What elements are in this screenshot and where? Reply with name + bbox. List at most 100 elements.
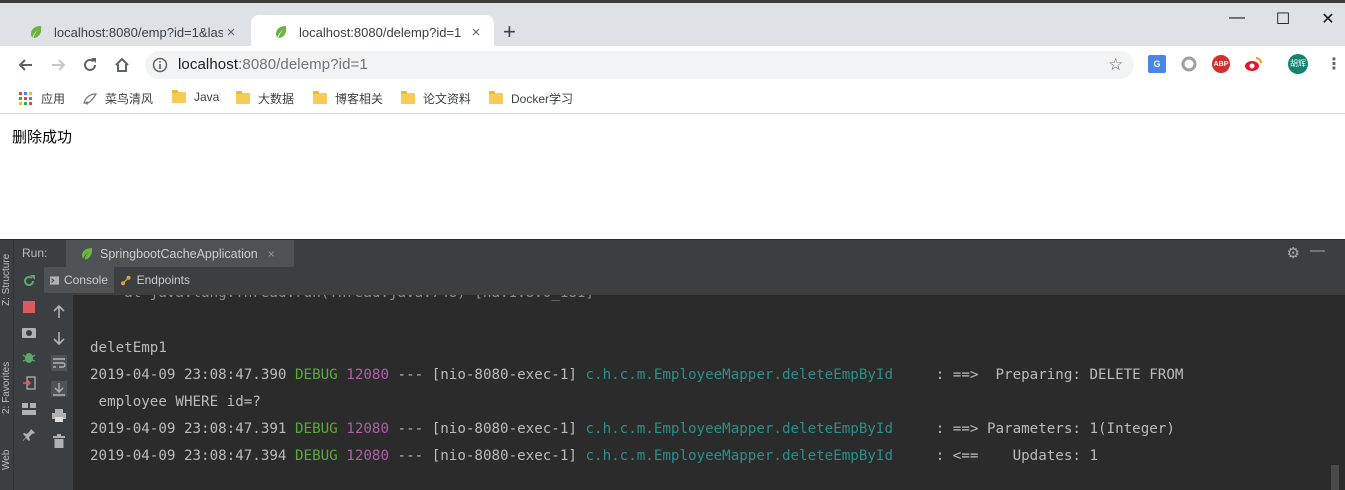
log-level: DEBUG — [295, 448, 338, 464]
forward-icon[interactable] — [45, 52, 71, 78]
close-tab-icon[interactable]: × — [223, 24, 239, 41]
log-level: DEBUG — [295, 421, 338, 437]
console-line: 2019-04-09 23:08:47.391 DEBUG 12080 --- … — [90, 421, 1175, 437]
ide-left-tool-strip: Z: Structure 2: Favorites Web — [0, 240, 14, 490]
scroll-down-icon[interactable] — [51, 330, 67, 346]
circle-extension-icon[interactable] — [1180, 55, 1198, 73]
scroll-up-icon[interactable] — [51, 304, 67, 320]
scrollbar-thumb[interactable] — [1331, 465, 1339, 490]
endpoints-icon — [121, 275, 131, 285]
back-icon[interactable] — [13, 52, 39, 78]
adblock-plus-icon[interactable]: ABP — [1212, 55, 1230, 73]
folder-icon — [489, 91, 503, 104]
print-icon[interactable] — [51, 407, 67, 423]
folder-icon — [172, 89, 186, 103]
weibo-icon[interactable] — [1244, 55, 1262, 73]
page-content: 删除成功 — [0, 115, 1345, 239]
bookmark-site[interactable]: 菜鸟清风 — [82, 90, 153, 107]
address-bar[interactable]: localhost:8080/delemp?id=1 — [145, 51, 1134, 79]
layout-grid-icon[interactable] — [21, 401, 37, 417]
favorites-side-tab[interactable]: 2: Favorites — [1, 344, 12, 414]
folder-icon — [313, 91, 327, 104]
tab-title: localhost:8080/delemp?id=1 — [299, 24, 462, 40]
folder-icon — [401, 91, 415, 104]
bookmark-folder-bigdata[interactable]: 大数据 — [236, 90, 294, 107]
log-separator: --- — [397, 367, 424, 383]
bookmark-star-icon[interactable]: ☆ — [1108, 55, 1123, 75]
log-level: DEBUG — [295, 367, 338, 383]
run-label: Run: — [22, 246, 48, 260]
subtab-label: Endpoints — [136, 273, 190, 287]
spring-boot-icon — [82, 247, 93, 259]
camera-snapshot-icon[interactable] — [21, 324, 37, 340]
log-message: : <== Updates: 1 — [935, 448, 1098, 464]
settings-gear-icon[interactable]: ⚙ — [1287, 244, 1300, 262]
bookmark-label: 应用 — [41, 92, 66, 106]
ide-run-panel: Z: Structure 2: Favorites Web Run: Sprin… — [0, 239, 1345, 490]
log-pid: 12080 — [346, 367, 389, 383]
bookmark-apps[interactable]: 应用 — [19, 90, 65, 107]
browser-tab-strip: localhost:8080/emp?id=1&lastName= × loca… — [0, 0, 1345, 49]
scroll-to-end-icon[interactable] — [51, 381, 67, 397]
console-output[interactable]: at java.lang.Thread.run(Thread.java:748)… — [73, 295, 1323, 490]
soft-wrap-icon[interactable] — [51, 355, 67, 371]
apps-grid-icon — [19, 91, 32, 105]
bookmark-label: 论文资料 — [423, 92, 472, 106]
tab-title: localhost:8080/emp?id=1&lastName= — [54, 24, 223, 40]
bookmark-label: Docker学习 — [511, 92, 574, 106]
url-host: localhost — [178, 56, 239, 73]
log-logger: c.h.c.m.EmployeeMapper.deleteEmpById — [585, 421, 893, 437]
close-run-tab-icon[interactable]: × — [268, 247, 275, 261]
trash-icon[interactable] — [51, 433, 67, 449]
bookmark-folder-docker[interactable]: Docker学习 — [489, 90, 573, 107]
exit-icon[interactable] — [21, 375, 37, 391]
chrome-menu-icon[interactable]: ⋮ — [1326, 54, 1342, 74]
run-actions-column — [14, 267, 44, 490]
window-minimize-button[interactable]: — — [1214, 9, 1260, 27]
bookmark-label: 菜鸟清风 — [105, 92, 154, 106]
log-thread: [nio-8080-exec-1] — [431, 421, 577, 437]
info-icon[interactable] — [152, 57, 168, 73]
rerun-icon[interactable] — [21, 273, 37, 289]
bookmark-folder-blog[interactable]: 博客相关 — [313, 90, 383, 107]
tab-console[interactable]: Console — [44, 267, 114, 293]
web-side-tab[interactable]: Web — [1, 440, 12, 470]
browser-tab[interactable]: localhost:8080/emp?id=1&lastName= × — [6, 15, 249, 49]
google-translate-icon[interactable]: G — [1148, 55, 1166, 73]
log-separator: --- — [397, 421, 424, 437]
log-separator: --- — [397, 448, 424, 464]
run-config-tab[interactable]: SpringbootCacheApplication × — [66, 240, 294, 267]
debug-bug-icon[interactable] — [21, 349, 37, 365]
window-close-button[interactable]: ✕ — [1305, 9, 1345, 29]
bookmark-folder-papers[interactable]: 论文资料 — [401, 90, 471, 107]
subtab-label: Console — [63, 273, 108, 287]
log-pid: 12080 — [346, 448, 389, 464]
site-icon — [83, 92, 98, 104]
run-config-name: SpringbootCacheApplication — [100, 246, 258, 261]
console-actions-column — [44, 294, 73, 490]
profile-avatar[interactable]: 胡辉 — [1288, 54, 1308, 74]
home-icon[interactable] — [109, 52, 135, 78]
pin-icon[interactable] — [21, 427, 37, 443]
delete-success-message: 删除成功 — [12, 129, 73, 146]
run-toolbar: Run: SpringbootCacheApplication × ⚙ — — [14, 240, 1345, 267]
close-tab-icon[interactable]: × — [468, 24, 484, 41]
browser-tab-active[interactable]: localhost:8080/delemp?id=1 × — [251, 15, 494, 49]
tab-endpoints[interactable]: Endpoints — [114, 267, 196, 293]
bookmark-label: 大数据 — [258, 92, 295, 106]
bookmark-folder-java[interactable]: Java — [172, 89, 219, 104]
window-maximize-button[interactable]: ☐ — [1260, 9, 1306, 29]
new-tab-button[interactable]: + — [503, 19, 516, 45]
console-line: 2019-04-09 23:08:47.394 DEBUG 12080 --- … — [90, 448, 1098, 464]
stop-icon[interactable] — [21, 299, 37, 315]
log-thread: [nio-8080-exec-1] — [431, 448, 577, 464]
bookmarks-bar: 应用 菜鸟清风 Java 大数据 博客相关 论文资料 Docker学习 — [0, 84, 1345, 114]
structure-side-tab[interactable]: Z: Structure — [1, 242, 12, 306]
spring-leaf-icon — [31, 26, 42, 38]
reload-icon[interactable] — [77, 52, 103, 78]
console-scrollbar[interactable] — [1323, 295, 1345, 490]
log-timestamp: 2019-04-09 23:08:47.390 — [90, 367, 287, 383]
bookmark-label: 博客相关 — [335, 92, 384, 106]
folder-icon — [236, 91, 250, 104]
hide-panel-icon[interactable]: — — [1310, 242, 1325, 259]
